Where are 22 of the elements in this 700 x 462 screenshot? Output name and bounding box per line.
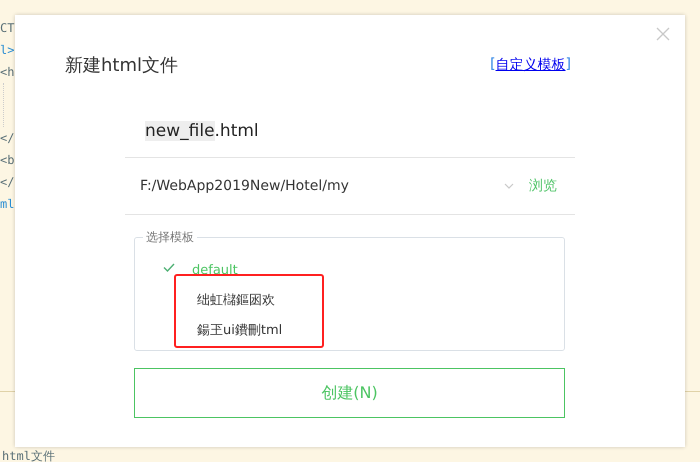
file-name-field[interactable]: new_file.html bbox=[125, 105, 575, 158]
code-line: <b bbox=[0, 152, 14, 169]
bracket: ] bbox=[566, 56, 571, 74]
check-icon bbox=[163, 262, 175, 272]
template-option[interactable]: 绌虹櫧鏂囦欢 bbox=[163, 285, 564, 315]
group-legend: 选择模板 bbox=[143, 229, 197, 246]
close-icon[interactable] bbox=[656, 27, 670, 41]
code-line: l> bbox=[0, 42, 14, 59]
code-line: html文件 bbox=[2, 448, 55, 462]
code-line: CT bbox=[0, 20, 14, 37]
template-option[interactable]: 鍚玊ui鐨刪tml bbox=[163, 315, 564, 345]
code-line: <h bbox=[0, 64, 14, 81]
file-extension: .html bbox=[214, 121, 259, 141]
custom-template-link[interactable]: 自定义模板 bbox=[496, 56, 566, 74]
code-line: ml bbox=[0, 196, 14, 213]
bracket: [ bbox=[490, 56, 496, 74]
code-line: </ bbox=[0, 174, 14, 191]
dialog-title: 新建html文件 bbox=[65, 54, 178, 77]
path-field[interactable]: F:/WebApp2019New/Hotel/my bbox=[140, 178, 504, 194]
code-line: </ bbox=[0, 130, 14, 147]
chevron-down-icon[interactable] bbox=[504, 183, 514, 189]
selected-text: new_file bbox=[145, 121, 215, 141]
